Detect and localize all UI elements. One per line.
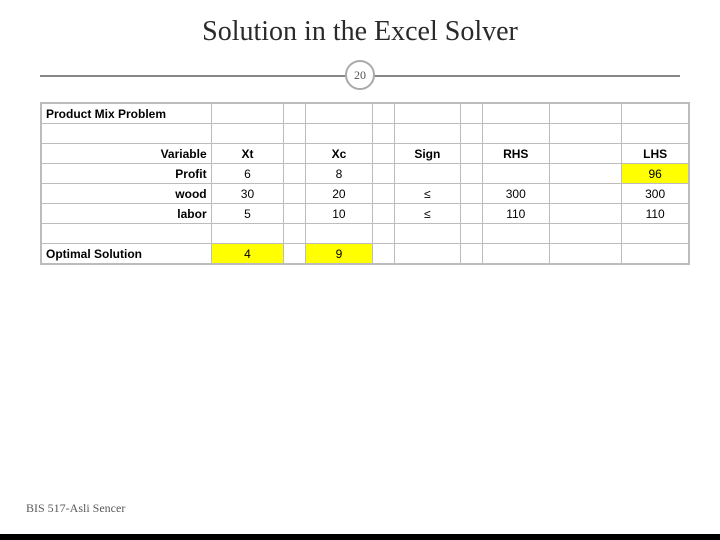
col-rhs: RHS — [482, 144, 549, 164]
profit-row: Profit 6 8 96 — [42, 164, 689, 184]
spreadsheet-table: Product Mix Problem Variable Xt Xc Sign … — [41, 103, 689, 264]
sheet-heading: Product Mix Problem — [42, 104, 212, 124]
labor-row: labor 5 10 ≤ 110 110 — [42, 204, 689, 224]
header-row: Variable Xt Xc Sign RHS LHS — [42, 144, 689, 164]
heading-row: Product Mix Problem — [42, 104, 689, 124]
wood-row: wood 30 20 ≤ 300 300 — [42, 184, 689, 204]
optimal-xc: 9 — [306, 244, 373, 264]
spreadsheet: Product Mix Problem Variable Xt Xc Sign … — [40, 102, 690, 265]
optimal-xt: 4 — [211, 244, 284, 264]
labor-rhs: 110 — [482, 204, 549, 224]
profit-xc: 8 — [306, 164, 373, 184]
slide-number-badge: 20 — [345, 60, 375, 90]
col-variable: Variable — [42, 144, 212, 164]
col-sign: Sign — [394, 144, 461, 164]
optimal-row: Optimal Solution 4 9 — [42, 244, 689, 264]
wood-xt: 30 — [211, 184, 284, 204]
optimal-label: Optimal Solution — [42, 244, 212, 264]
slide: Solution in the Excel Solver 20 Product … — [0, 0, 720, 534]
wood-rhs: 300 — [482, 184, 549, 204]
title-divider: 20 — [40, 60, 680, 90]
blank-row-2 — [42, 224, 689, 244]
col-xt: Xt — [211, 144, 284, 164]
wood-sign: ≤ — [394, 184, 461, 204]
labor-label: labor — [42, 204, 212, 224]
page-title: Solution in the Excel Solver — [0, 0, 720, 60]
col-xc: Xc — [306, 144, 373, 164]
profit-lhs: 96 — [622, 164, 689, 184]
col-lhs: LHS — [622, 144, 689, 164]
labor-xt: 5 — [211, 204, 284, 224]
slide-footer: BIS 517-Asli Sencer — [26, 501, 125, 516]
wood-lhs: 300 — [622, 184, 689, 204]
labor-lhs: 110 — [622, 204, 689, 224]
wood-xc: 20 — [306, 184, 373, 204]
labor-xc: 10 — [306, 204, 373, 224]
profit-xt: 6 — [211, 164, 284, 184]
labor-sign: ≤ — [394, 204, 461, 224]
wood-label: wood — [42, 184, 212, 204]
blank-row — [42, 124, 689, 144]
profit-label: Profit — [42, 164, 212, 184]
